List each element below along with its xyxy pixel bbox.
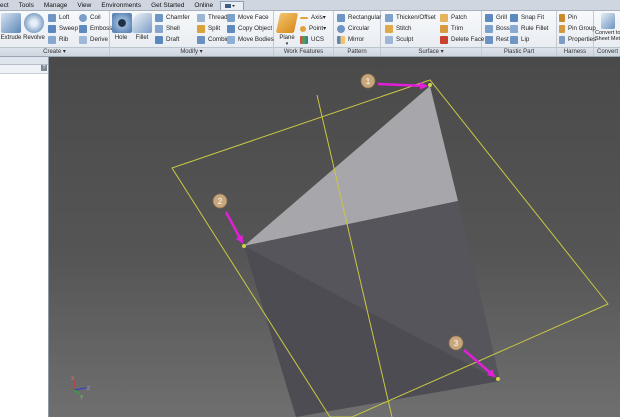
marker-1: 1 (360, 73, 376, 89)
vertex-point-2[interactable] (242, 244, 246, 248)
triad-y-label: Y (80, 395, 84, 401)
vertex-point-3[interactable] (496, 377, 500, 381)
scene-overlay: 1 2 3 X Z Y (71, 73, 609, 417)
marker-3: 3 (448, 335, 464, 351)
coordinate-triad: X Z Y (71, 376, 90, 401)
marker-2-label: 2 (218, 197, 223, 206)
marker-1-label: 1 (366, 77, 371, 86)
triad-z-label: Z (87, 386, 90, 392)
triad-y-axis (73, 389, 81, 395)
marker-2: 2 (212, 193, 228, 209)
marker-3-label: 3 (454, 339, 459, 348)
annotation-arrow-2 (224, 211, 244, 244)
vertex-point-1[interactable] (428, 83, 432, 87)
triad-z-axis (73, 387, 87, 391)
